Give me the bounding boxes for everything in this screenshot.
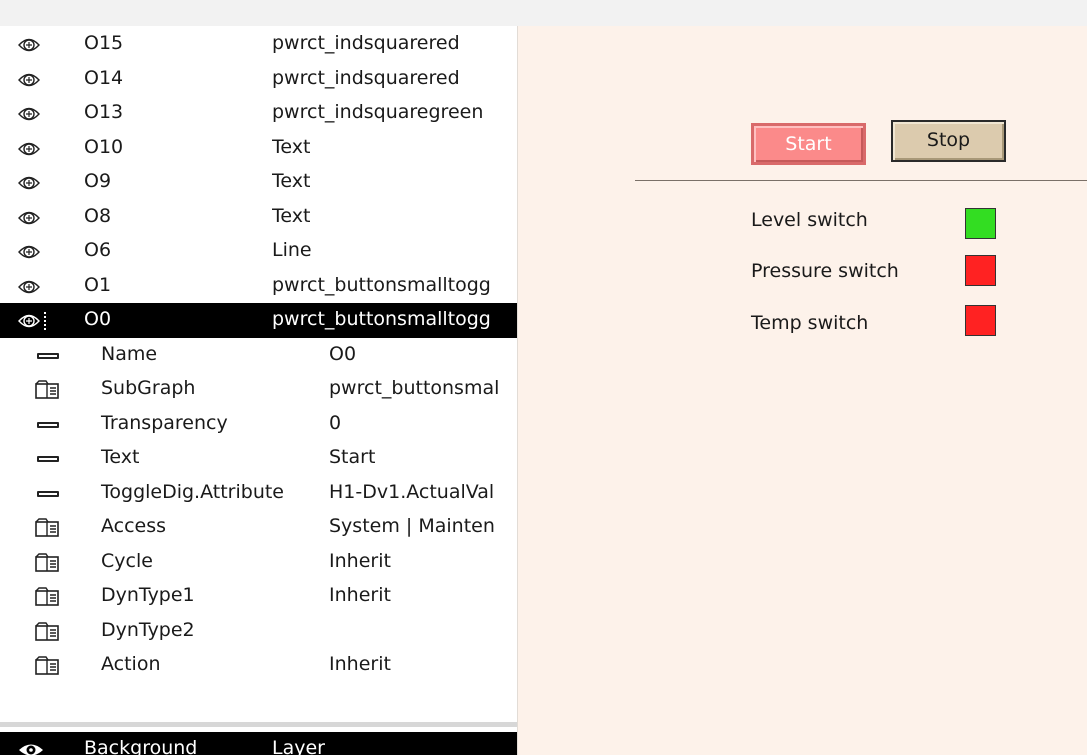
attribute-value: 0 [329, 411, 342, 434]
temp-switch-label: Temp switch [751, 312, 869, 334]
object-class: pwrct_buttonsmalltogg [272, 273, 491, 296]
attribute-row-action[interactable]: Action Inherit [0, 648, 517, 683]
eye-icon [18, 245, 40, 259]
attribute-name: Name [101, 342, 158, 365]
folder-icon [35, 552, 59, 572]
tree-row-o9[interactable]: O9 Text [0, 165, 517, 200]
attribute-row-text[interactable]: Text Start [0, 441, 517, 476]
tree-row-o6[interactable]: O6 Line [0, 234, 517, 269]
object-class: pwrct_indsquarered [272, 66, 460, 89]
folder-icon [35, 621, 59, 641]
attribute-row-access[interactable]: Access System | Mainten [0, 510, 517, 545]
separator-line [635, 180, 1087, 181]
level-switch-label: Level switch [751, 209, 868, 231]
attribute-value: System | Mainten [329, 515, 495, 537]
object-name: O9 [84, 170, 112, 192]
folder-icon [35, 587, 59, 606]
attribute-name: Cycle [101, 549, 153, 572]
object-name: O1 [84, 273, 112, 296]
attribute-value: Inherit [329, 549, 391, 572]
attribute-row-dyntype1[interactable]: DynType1 Inherit [0, 579, 517, 614]
layer-name: Background [84, 737, 198, 755]
object-name: O0 [84, 308, 112, 330]
tree-row-o13[interactable]: O13 pwrct_indsquaregreen [0, 96, 517, 131]
expanded-marker-icon [44, 312, 47, 330]
folder-icon [35, 656, 59, 675]
attribute-value: O0 [329, 342, 357, 365]
stop-button[interactable]: Stop [891, 120, 1006, 162]
object-tree: O15 pwrct_indsquarered O14 pwrct_indsqua… [0, 26, 517, 755]
tree-row-o10[interactable]: O10 Text [0, 131, 517, 166]
attribute-value: Inherit [329, 653, 391, 675]
eye-icon [18, 280, 40, 293]
attribute-name: SubGraph [101, 377, 196, 399]
object-name: O10 [84, 135, 124, 158]
attribute-row-transparency[interactable]: Transparency 0 [0, 407, 517, 442]
attribute-name: ToggleDig.Attribute [101, 480, 284, 503]
attribute-icon [37, 352, 59, 359]
object-name: O6 [84, 239, 112, 261]
object-name: O15 [84, 32, 124, 54]
object-class: Line [272, 239, 312, 261]
tree-row-o15[interactable]: O15 pwrct_indsquarered [0, 27, 517, 62]
attribute-value: Start [329, 446, 376, 468]
attribute-value: H1-Dv1.ActualVal [329, 480, 495, 503]
attribute-row-subgraph[interactable]: SubGraph pwrct_buttonsmal [0, 372, 517, 407]
eye-icon [18, 73, 40, 86]
attribute-value: Inherit [329, 584, 391, 606]
eye-icon [18, 176, 40, 190]
pressure-switch-label: Pressure switch [751, 260, 899, 282]
eye-icon [18, 314, 40, 328]
attribute-icon [37, 490, 59, 497]
attribute-row-cycle[interactable]: Cycle Inherit [0, 545, 517, 580]
attribute-value: pwrct_buttonsmal [329, 377, 500, 399]
eye-icon [18, 38, 40, 52]
eye-icon [18, 107, 40, 121]
attribute-name: Action [101, 653, 161, 675]
attribute-row-toggledig[interactable]: ToggleDig.Attribute H1-Dv1.ActualVal [0, 476, 517, 511]
object-name: O13 [84, 101, 124, 123]
object-name: O14 [84, 66, 124, 89]
folder-icon [35, 380, 59, 399]
object-class: Text [272, 135, 311, 158]
object-class: Text [272, 204, 311, 227]
tree-row-o14[interactable]: O14 pwrct_indsquarered [0, 62, 517, 97]
object-class: pwrct_indsquarered [272, 32, 460, 54]
attribute-name: Transparency [101, 411, 228, 434]
graph-canvas[interactable]: Start Stop Level switch Pressure switch … [517, 26, 1087, 755]
layer-separator[interactable] [0, 722, 517, 727]
level-switch-indicator [965, 208, 996, 239]
attribute-name: DynType2 [101, 618, 195, 641]
attribute-name: DynType1 [101, 584, 195, 606]
pressure-switch-indicator [965, 255, 996, 286]
object-class: pwrct_indsquaregreen [272, 101, 484, 123]
tree-row-o0-selected[interactable]: O0 pwrct_buttonsmalltogg [0, 303, 517, 338]
temp-switch-indicator [965, 305, 996, 336]
object-class: pwrct_buttonsmalltogg [272, 308, 491, 330]
attribute-icon [37, 421, 59, 428]
object-name: O8 [84, 204, 112, 227]
top-strip [0, 0, 1087, 26]
layer-row-background[interactable]: Background Layer [0, 732, 517, 755]
folder-icon [35, 518, 59, 537]
start-button[interactable]: Start [751, 123, 866, 165]
eye-icon [18, 142, 40, 155]
eye-icon [19, 744, 43, 755]
layer-type: Layer [272, 737, 325, 755]
attribute-icon [37, 456, 59, 462]
tree-row-o1[interactable]: O1 pwrct_buttonsmalltogg [0, 269, 517, 304]
attribute-name: Text [101, 446, 140, 468]
tree-row-o8[interactable]: O8 Text [0, 200, 517, 235]
eye-icon [18, 211, 40, 224]
attribute-row-dyntype2[interactable]: DynType2 [0, 614, 517, 649]
attribute-row-name[interactable]: Name O0 [0, 338, 517, 373]
object-class: Text [272, 170, 311, 192]
attribute-name: Access [101, 515, 167, 537]
